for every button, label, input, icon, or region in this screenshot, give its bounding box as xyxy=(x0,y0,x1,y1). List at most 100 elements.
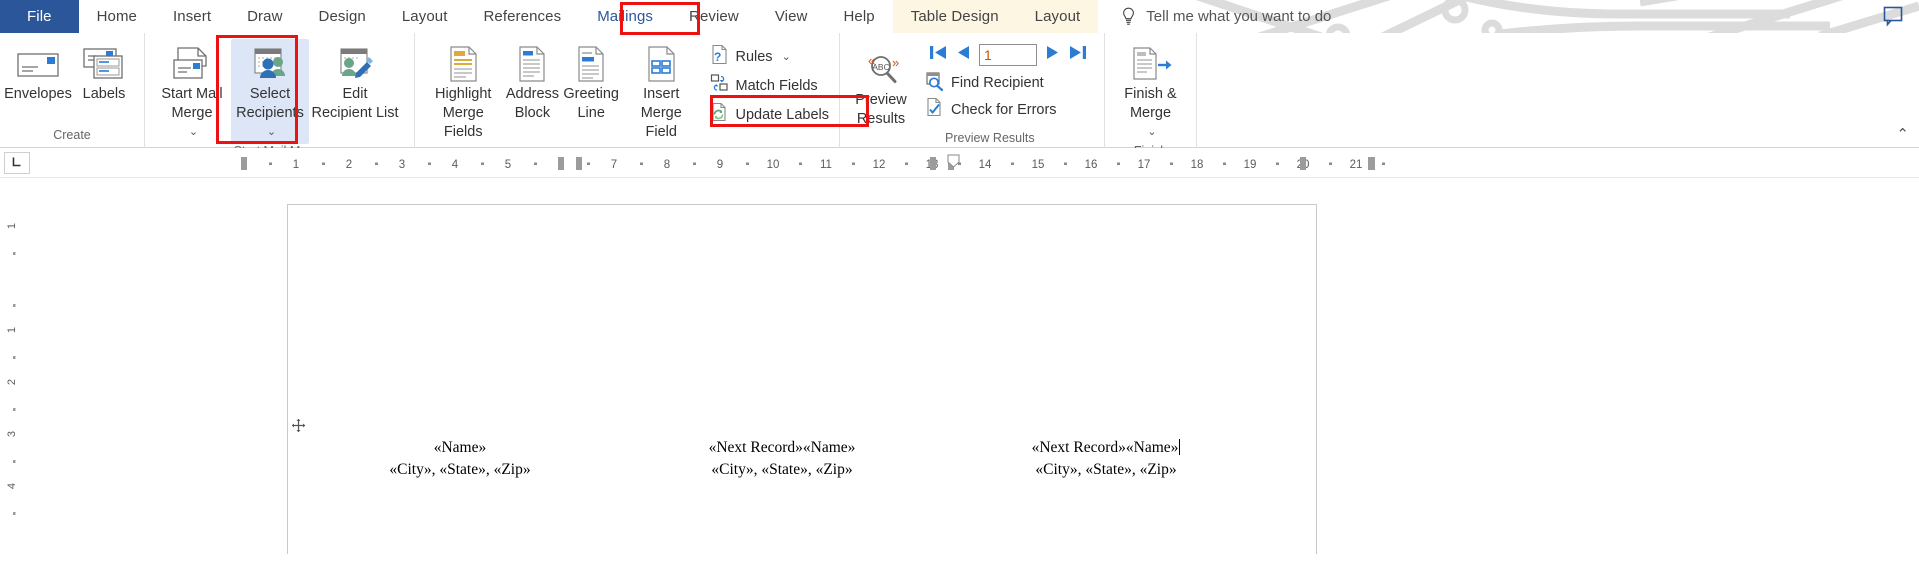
document-page[interactable] xyxy=(287,204,1317,554)
svg-text:16: 16 xyxy=(1085,159,1098,171)
record-number-input[interactable] xyxy=(979,44,1037,66)
find-recipient-icon xyxy=(925,70,945,95)
ribbon-group-start-mail-merge: Start Mail Merge ⌄ Select Recipients ⌄ E… xyxy=(145,33,415,158)
chevron-down-icon[interactable]: ⌄ xyxy=(782,50,791,63)
horizontal-ruler[interactable]: 123 456 789 101112 131415 161718 192021 xyxy=(236,154,1905,173)
select-recipients-icon xyxy=(248,43,292,85)
record-navigation xyxy=(922,39,1092,69)
ribbon-group-write-insert-fields: Highlight Merge Fields Address Block Gre… xyxy=(415,33,840,177)
chevron-down-icon[interactable]: ⌄ xyxy=(1147,123,1156,142)
check-for-errors-icon xyxy=(925,97,945,122)
address-block-button[interactable]: Address Block xyxy=(503,39,561,125)
button-label: Insert Merge Field xyxy=(640,86,682,140)
tab-label: Help xyxy=(843,8,875,25)
tab-help[interactable]: Help xyxy=(825,0,892,33)
button-label: Select Recipients xyxy=(236,86,304,121)
tab-label: Insert xyxy=(173,8,212,25)
previous-record-button[interactable] xyxy=(955,44,972,66)
tab-table-layout[interactable]: Layout xyxy=(1016,0,1099,33)
merge-label-cell[interactable]: «Name» «City», «State», «Zip» xyxy=(340,437,580,481)
button-label: Edit Recipient List xyxy=(311,86,399,121)
tell-me-label: Tell me what you want to do xyxy=(1146,8,1332,25)
envelopes-button[interactable]: Envelopes xyxy=(4,39,72,106)
preview-results-icon: ABC «» xyxy=(859,49,903,91)
svg-text:11: 11 xyxy=(820,159,832,171)
finish-and-merge-button[interactable]: Finish & Merge ⌄ xyxy=(1110,39,1191,144)
tab-references[interactable]: References xyxy=(465,0,579,33)
chevron-down-icon[interactable]: ⌄ xyxy=(189,123,198,142)
svg-text:5: 5 xyxy=(505,159,511,171)
svg-text:9: 9 xyxy=(717,159,723,171)
button-label: Envelopes xyxy=(4,86,72,102)
button-label: Highlight Merge Fields xyxy=(435,86,492,140)
start-mail-merge-button[interactable]: Start Mail Merge ⌄ xyxy=(153,39,231,144)
tab-view[interactable]: View xyxy=(757,0,826,33)
match-fields-button[interactable]: Match Fields xyxy=(707,72,834,99)
start-mail-merge-icon xyxy=(170,43,214,85)
tab-insert[interactable]: Insert xyxy=(155,0,229,33)
svg-text:7: 7 xyxy=(611,159,617,171)
collapse-ribbon-chevron-icon[interactable]: ⌃ xyxy=(1896,125,1909,143)
document-area[interactable]: 1 1 2 3 4 «Name» «City», «State», «Zip» … xyxy=(0,178,1919,554)
update-labels-button[interactable]: Update Labels xyxy=(707,101,834,128)
next-record-button[interactable] xyxy=(1044,44,1061,66)
tab-label: Review xyxy=(689,8,739,25)
find-recipient-button[interactable]: Find Recipient xyxy=(922,69,1092,96)
tab-stop-selector[interactable] xyxy=(4,151,30,174)
svg-text:17: 17 xyxy=(1138,159,1151,171)
insert-merge-field-button[interactable]: Insert Merge Field ⌄ xyxy=(621,39,701,163)
svg-text:»: » xyxy=(892,55,899,70)
merge-field-line-1: «Name» xyxy=(433,439,487,456)
ruler-bar: 123 456 789 101112 131415 161718 192021 xyxy=(0,148,1919,178)
svg-text:1: 1 xyxy=(6,327,18,333)
tab-mailings[interactable]: Mailings xyxy=(579,0,672,33)
chevron-down-icon[interactable]: ⌄ xyxy=(267,123,276,142)
tab-draw[interactable]: Draw xyxy=(229,0,300,33)
tab-file[interactable]: File xyxy=(0,0,79,33)
vertical-ruler[interactable]: 1 1 2 3 4 xyxy=(6,178,24,554)
greeting-line-button[interactable]: Greeting Line xyxy=(561,39,621,125)
button-label: Rules xyxy=(735,48,773,65)
button-label: Address Block xyxy=(505,86,560,121)
last-record-button[interactable] xyxy=(1068,44,1088,66)
tab-design[interactable]: Design xyxy=(301,0,384,33)
greeting-line-icon xyxy=(572,43,610,85)
labels-button[interactable]: Labels xyxy=(71,39,137,106)
button-label: Match Fields xyxy=(735,77,818,94)
merge-field-line-2: «City», «State», «Zip» xyxy=(711,461,853,478)
tab-layout[interactable]: Layout xyxy=(384,0,466,33)
button-label: Preview Results xyxy=(855,92,907,127)
svg-text:12: 12 xyxy=(873,159,886,171)
first-record-button[interactable] xyxy=(928,44,948,66)
labels-icon xyxy=(81,43,127,85)
ribbon-group-finish: Finish & Merge ⌄ Finish xyxy=(1105,33,1197,158)
select-recipients-button[interactable]: Select Recipients ⌄ xyxy=(231,39,309,144)
svg-text:1: 1 xyxy=(6,223,18,229)
svg-text:?: ? xyxy=(714,50,721,64)
tab-table-design[interactable]: Table Design xyxy=(892,0,1017,33)
comment-icon[interactable] xyxy=(1882,5,1905,32)
svg-text:10: 10 xyxy=(767,159,780,171)
edit-recipient-list-icon xyxy=(333,43,377,85)
tell-me-search[interactable]: Tell me what you want to do xyxy=(1098,0,1345,33)
merge-label-cell[interactable]: «Next Record»«Name» «City», «State», «Zi… xyxy=(662,437,902,481)
merge-field-line-2: «City», «State», «Zip» xyxy=(389,461,531,478)
highlight-merge-fields-button[interactable]: Highlight Merge Fields xyxy=(423,39,503,144)
edit-recipient-list-button[interactable]: Edit Recipient List xyxy=(309,39,401,125)
check-for-errors-button[interactable]: Check for Errors xyxy=(922,96,1092,123)
group-label-create: Create xyxy=(53,128,91,142)
svg-text:4: 4 xyxy=(452,159,459,171)
tab-label: Home xyxy=(96,8,137,25)
rules-button[interactable]: ? Rules ⌄ xyxy=(707,43,834,70)
preview-results-button[interactable]: ABC «» Preview Results xyxy=(848,45,914,131)
svg-text:3: 3 xyxy=(399,159,405,171)
button-label: Update Labels xyxy=(735,106,829,123)
tab-home[interactable]: Home xyxy=(79,0,155,33)
envelope-icon xyxy=(15,43,61,85)
lightbulb-icon xyxy=(1120,7,1137,26)
tab-review[interactable]: Review xyxy=(671,0,757,33)
tab-label: Table Design xyxy=(910,8,999,25)
update-labels-icon xyxy=(710,102,729,127)
merge-label-cell[interactable]: «Next Record»«Name» «City», «State», «Zi… xyxy=(986,437,1226,481)
table-move-handle-icon[interactable] xyxy=(291,418,306,433)
